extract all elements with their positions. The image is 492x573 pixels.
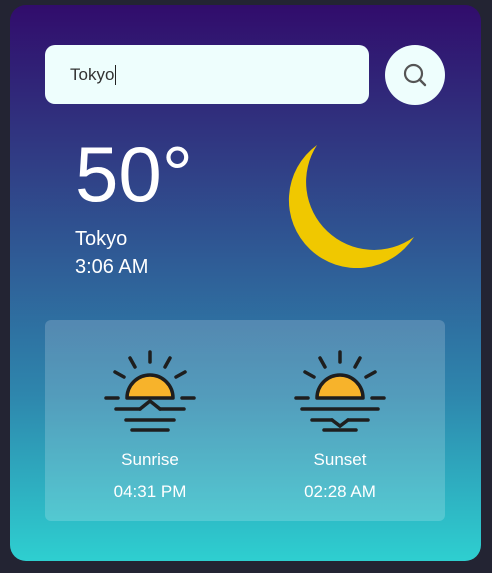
search-input-value: Tokyo <box>70 64 115 84</box>
sun-times-panel: Sunrise 04:31 PM Sunset 02:28 AM <box>45 320 445 521</box>
sunrise-icon <box>104 350 196 432</box>
search-icon <box>403 63 427 87</box>
text-caret <box>115 64 117 85</box>
city-name: Tokyo <box>75 228 128 250</box>
sunset-label: Sunset <box>313 450 367 469</box>
local-time: 3:06 AM <box>75 256 149 278</box>
sunrise-time: 04:31 PM <box>113 482 187 501</box>
moon-icon <box>288 145 414 269</box>
sunrise-item: Sunrise 04:31 PM <box>90 348 210 502</box>
search-button[interactable] <box>385 45 445 105</box>
weather-card: Tokyo 50° Tokyo 3:06 AM Sunrise 04:31 PM… <box>10 5 481 561</box>
sunset-item: Sunset 02:28 AM <box>280 348 400 502</box>
temperature: 50° <box>75 130 193 218</box>
search-input[interactable]: Tokyo <box>45 45 369 104</box>
sunrise-label: Sunrise <box>121 450 179 469</box>
sunset-icon <box>294 350 386 432</box>
sunset-time: 02:28 AM <box>304 482 376 501</box>
